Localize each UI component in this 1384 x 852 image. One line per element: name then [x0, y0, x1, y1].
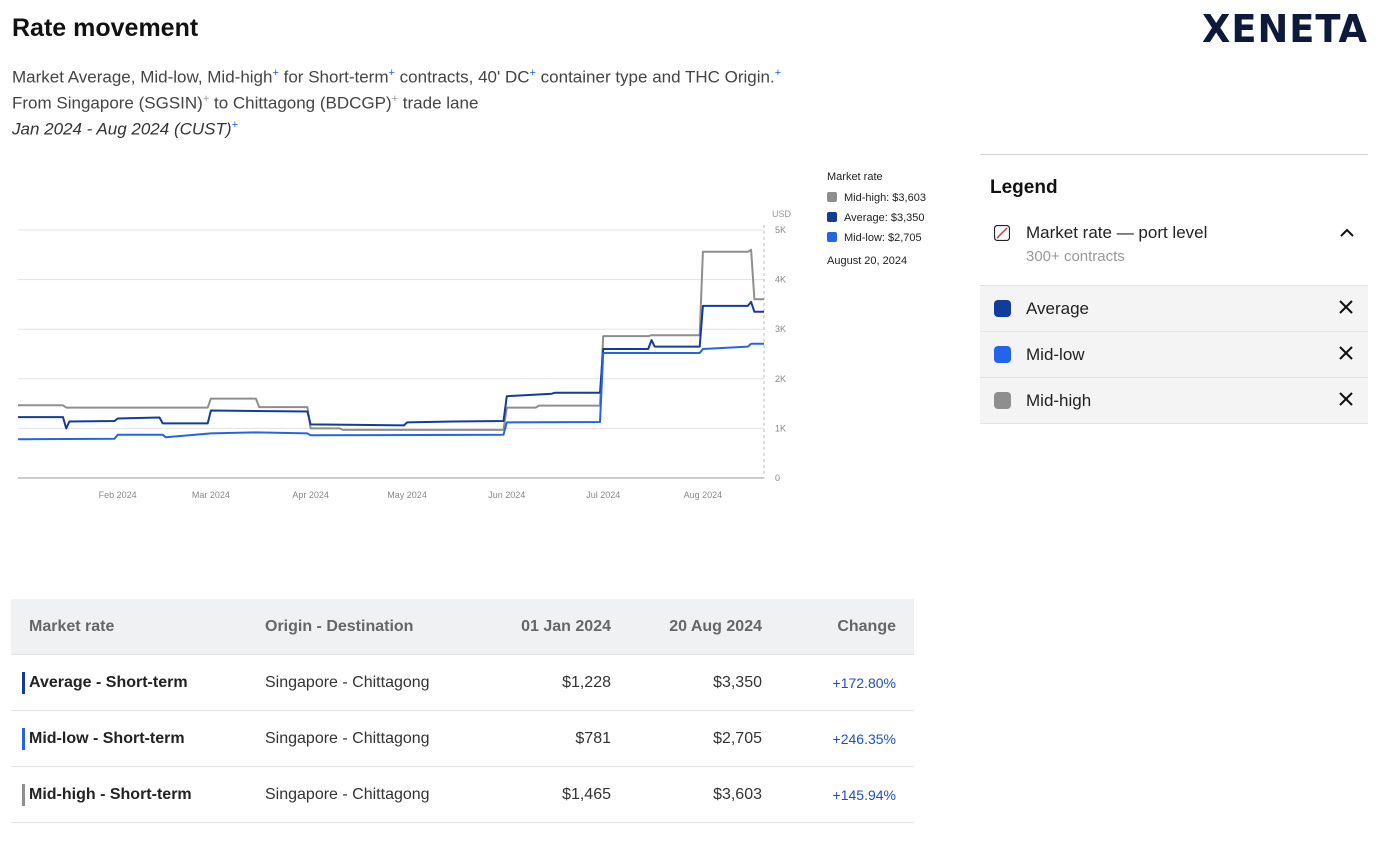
legend-item-label: Mid-high [1026, 391, 1092, 410]
x-tick-label: Mar 2024 [192, 490, 230, 500]
cell-start-value: $1,228 [483, 654, 629, 711]
cell-change: +246.35% [780, 710, 914, 767]
series-color-bar [22, 672, 25, 694]
rates-table: Market rate Origin - Destination 01 Jan … [11, 599, 914, 823]
x-tick-label: Jun 2024 [488, 490, 525, 500]
legend-item-average[interactable]: Average [980, 286, 1368, 332]
cell-start-value: $781 [483, 710, 629, 767]
tooltip-item: Average: $3,350 [844, 212, 925, 224]
subtitle-line-1: Market Average, Mid-low, Mid-high+ for S… [12, 67, 782, 87]
rate-line-icon [994, 225, 1010, 241]
tooltip-swatch [827, 192, 837, 202]
cell-change: +172.80% [780, 654, 914, 711]
legend-group-market-rate[interactable]: Market rate — port level 300+ contracts [980, 217, 1368, 286]
tooltip-date: August 20, 2024 [827, 255, 907, 267]
cell-end-value: $3,603 [629, 766, 780, 823]
cell-change: +145.94% [780, 766, 914, 823]
y-tick-label: 5K [775, 225, 786, 235]
cell-end-value: $2,705 [629, 710, 780, 767]
col-origin-destination: Origin - Destination [247, 599, 483, 655]
cell-start-value: $1,465 [483, 766, 629, 823]
date-range: Jan 2024 - Aug 2024 (CUST)+ [12, 119, 238, 139]
table-row: Average - Short-term Singapore - Chittago… [11, 654, 914, 711]
close-icon[interactable] [1339, 346, 1353, 360]
y-tick-label: 4K [775, 275, 786, 285]
legend-title: Legend [990, 177, 1058, 198]
y-tick-label: 3K [775, 324, 786, 334]
legend-swatch [994, 346, 1011, 363]
x-tick-label: Jul 2024 [586, 490, 620, 500]
col-end-date: 20 Aug 2024 [629, 599, 780, 655]
legend-item-label: Mid-low [1026, 345, 1085, 364]
close-icon[interactable] [1339, 392, 1353, 406]
xeneta-logo: XENETA [1202, 7, 1368, 48]
table-row: Mid-high - Short-term Singapore - Chittag… [11, 766, 914, 823]
subtitle-line-2: From Singapore (SGSIN)+ to Chittagong (B… [12, 93, 479, 113]
x-tick-label: Apr 2024 [292, 490, 329, 500]
page-title: Rate movement [12, 14, 199, 42]
legend-group-sub: 300+ contracts [1026, 248, 1125, 265]
cell-market-rate: Mid-low - Short-term [11, 710, 247, 767]
series-color-bar [22, 784, 25, 806]
cell-market-rate: Mid-high - Short-term [11, 766, 247, 823]
y-tick-label: 1K [775, 423, 786, 433]
series-color-bar [22, 728, 25, 750]
tooltip-swatch [827, 212, 837, 222]
legend-panel: Legend Market rate — port level 300+ con… [980, 154, 1368, 424]
cell-origin-destination: Singapore - Chittagong [247, 766, 483, 823]
legend-item-label: Average [1026, 299, 1090, 318]
x-tick-label: Feb 2024 [99, 490, 137, 500]
col-market-rate: Market rate [11, 599, 247, 655]
x-tick-label: May 2024 [387, 490, 427, 500]
y-tick-label: 2K [775, 374, 786, 384]
chevron-up-icon[interactable] [1340, 228, 1354, 238]
col-change: Change [780, 599, 914, 655]
close-icon[interactable] [1339, 300, 1353, 314]
cell-origin-destination: Singapore - Chittagong [247, 654, 483, 711]
cell-market-rate: Average - Short-term [11, 654, 247, 711]
tooltip-item: Mid-high: $3,603 [844, 192, 926, 204]
table-header-row: Market rate Origin - Destination 01 Jan … [11, 599, 914, 655]
tooltip-swatch [827, 232, 837, 242]
cell-end-value: $3,350 [629, 654, 780, 711]
col-start-date: 01 Jan 2024 [483, 599, 629, 655]
series-line-average [18, 300, 764, 430]
brand-text: XENETA [1202, 7, 1368, 48]
legend-swatch [994, 392, 1011, 409]
rate-chart: 0 1K 2K 3K 4K 5K USD Feb 2024 Mar 2024 Apr 2024 Ma… [17, 171, 926, 500]
y-tick-label: 0 [775, 473, 780, 483]
cell-origin-destination: Singapore - Chittagong [247, 710, 483, 767]
x-tick-label: Aug 2024 [684, 490, 723, 500]
table-row: Mid-low - Short-term Singapore - Chittago… [11, 710, 914, 767]
legend-item-mid-high[interactable]: Mid-high [980, 378, 1368, 424]
legend-swatch [994, 300, 1011, 317]
tooltip-item: Mid-low: $2,705 [844, 232, 922, 244]
legend-item-mid-low[interactable]: Mid-low [980, 332, 1368, 378]
y-unit-label: USD [772, 209, 792, 219]
tooltip-title: Market rate [827, 171, 883, 183]
legend-group-name: Market rate — port level [1026, 223, 1208, 242]
